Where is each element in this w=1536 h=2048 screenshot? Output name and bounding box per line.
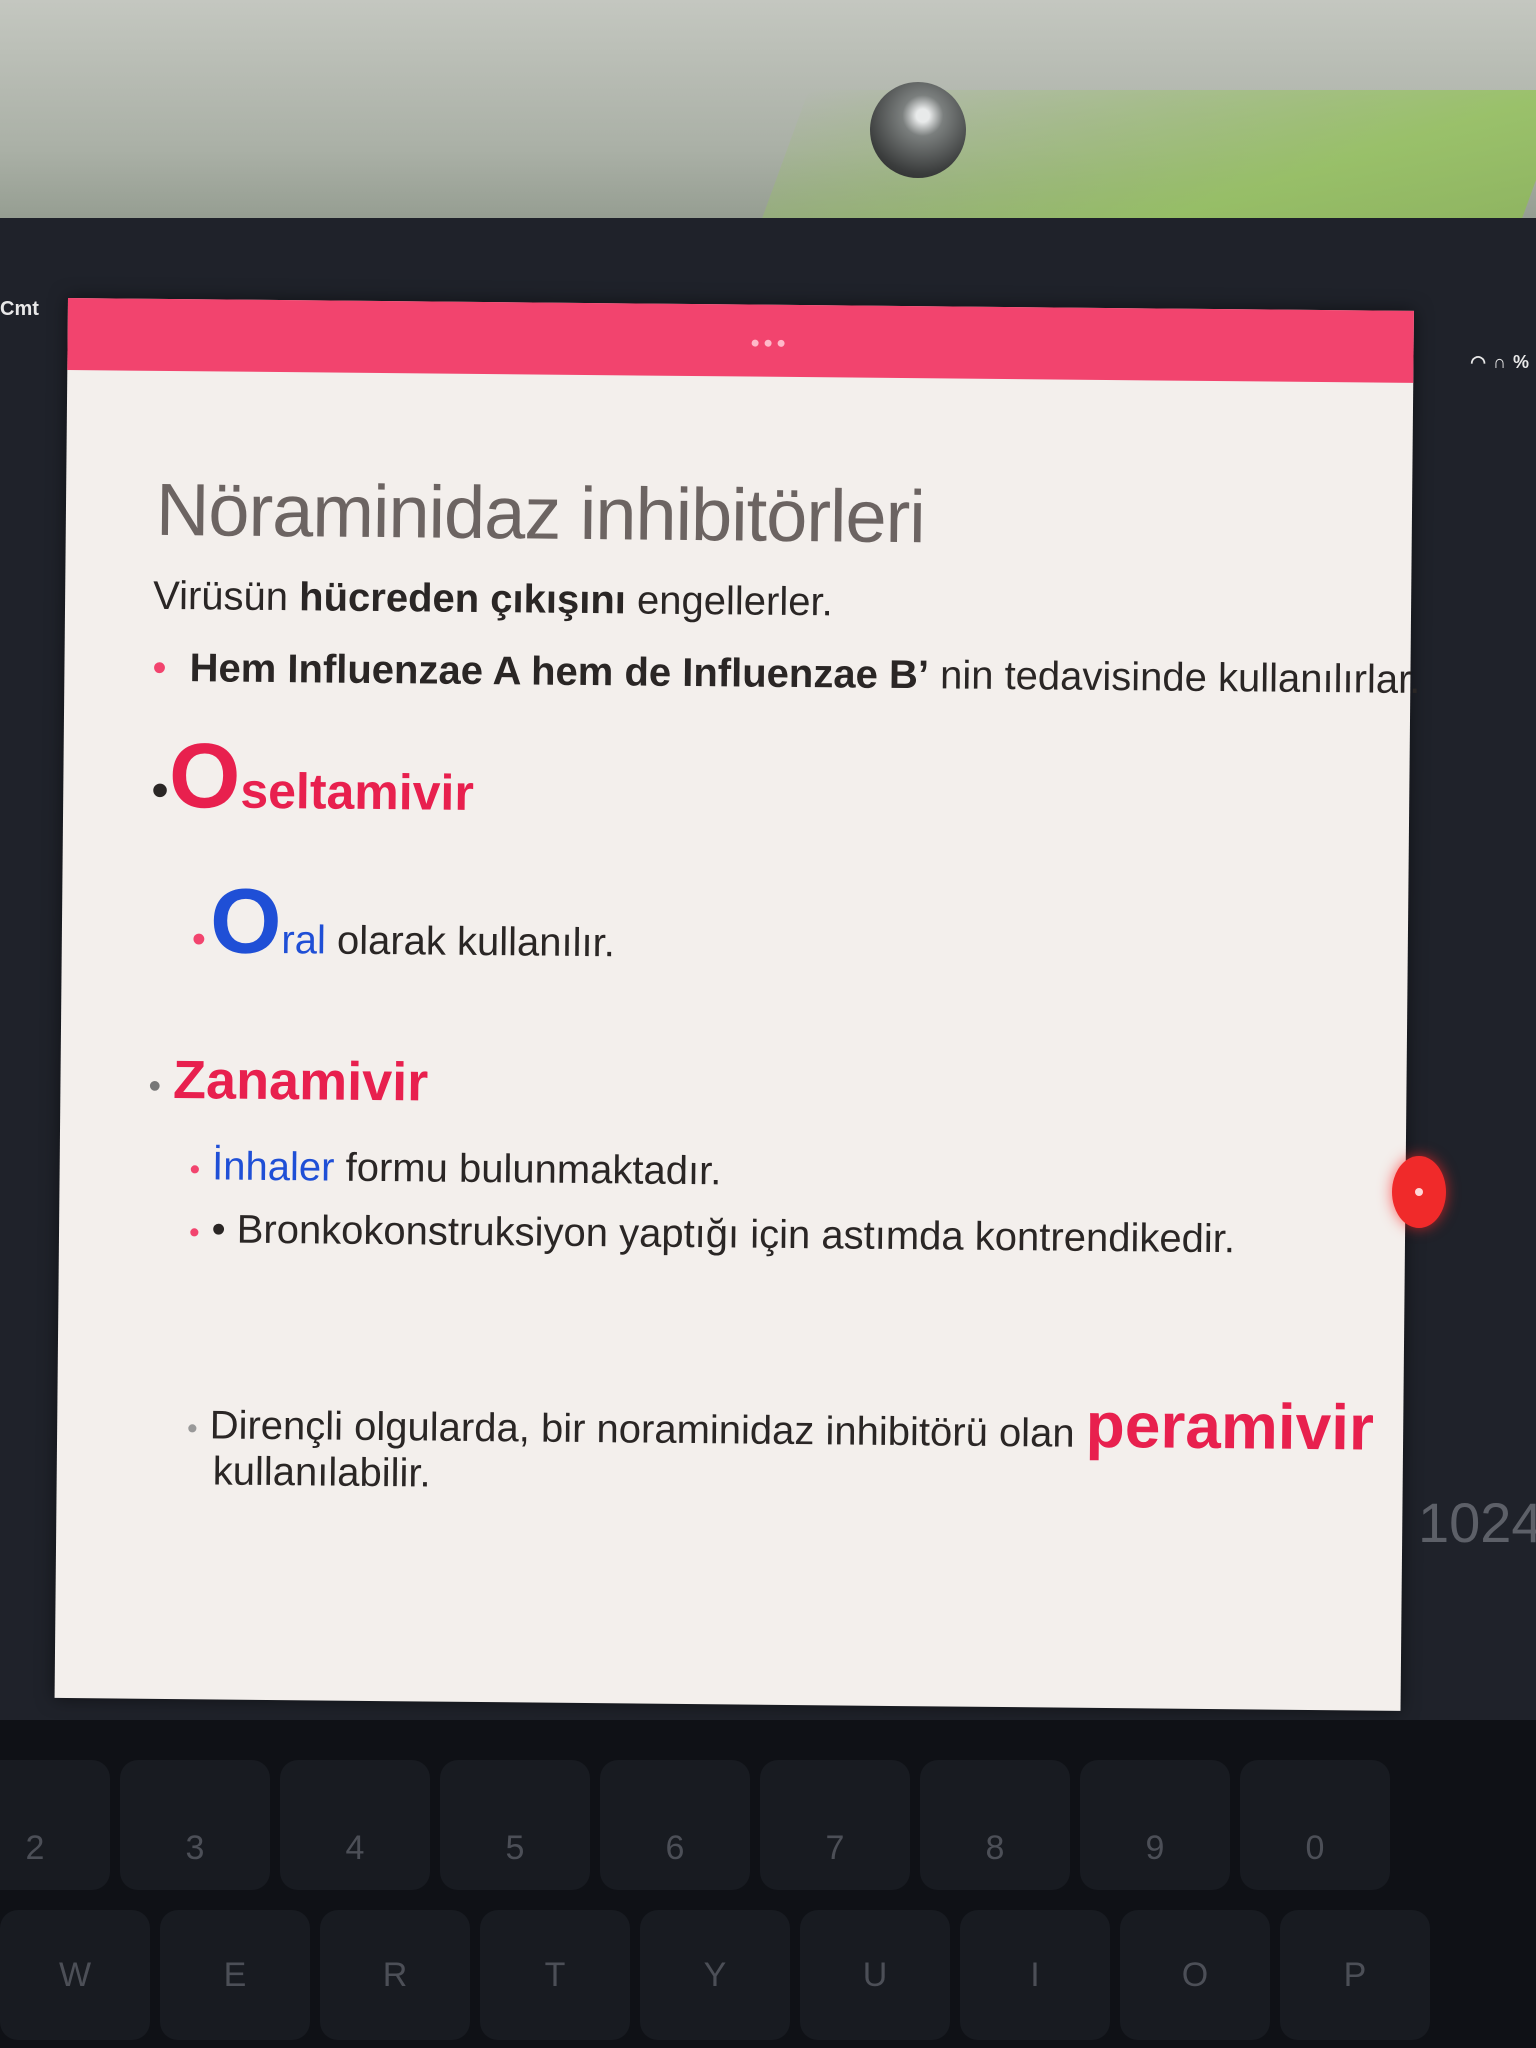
key-6[interactable]: 6 bbox=[600, 1760, 750, 1890]
oral-initial: O bbox=[209, 870, 283, 974]
key-u[interactable]: U bbox=[800, 1910, 950, 2040]
inhaler-text: formu bulunmaktadır. bbox=[334, 1145, 722, 1194]
more-options-icon[interactable] bbox=[743, 339, 793, 347]
bullet-icon: • bbox=[152, 645, 167, 690]
key-8[interactable]: 8 bbox=[920, 1760, 1070, 1890]
oral-highlight: ral bbox=[281, 918, 327, 963]
key-7[interactable]: 7 bbox=[760, 1760, 910, 1890]
zanamivir-heading: • Zanamivir bbox=[148, 1049, 428, 1114]
key-r[interactable]: R bbox=[320, 1910, 470, 2040]
key-5[interactable]: 5 bbox=[440, 1760, 590, 1890]
battery-percent: % bbox=[1512, 352, 1530, 372]
influenza-text: nin tedavisinde kullanılırlar. bbox=[928, 653, 1421, 702]
presentation-slide: Nöraminidaz inhibitörleri Virüsün hücred… bbox=[54, 298, 1421, 1711]
influenza-bold: Hem Influenzae A hem de Influenzae B’ bbox=[189, 646, 930, 698]
ceiling-lamp bbox=[870, 82, 966, 178]
key-9[interactable]: 9 bbox=[1080, 1760, 1230, 1890]
peramivir-label: peramivir bbox=[1085, 1388, 1375, 1464]
slide-header-band bbox=[67, 298, 1414, 383]
intro-bold: hücreden çıkışını bbox=[298, 575, 627, 623]
bullet-icon: • bbox=[191, 917, 207, 962]
status-indicators: ◠ ∩ % bbox=[1470, 352, 1530, 373]
bullet-icon: • bbox=[188, 1216, 200, 1250]
intro-text: Virüsün bbox=[152, 573, 300, 620]
side-counter: 1024 bbox=[1418, 1491, 1536, 1554]
key-4[interactable]: 4 bbox=[280, 1760, 430, 1890]
key-w[interactable]: W bbox=[0, 1910, 150, 2040]
status-left-label: Cmt bbox=[0, 298, 39, 320]
bullet-icon: • bbox=[186, 1412, 198, 1446]
intro-line: Virüsün hücreden çıkışını engellerler. bbox=[153, 574, 833, 626]
oseltamivir-initial: O bbox=[168, 724, 241, 828]
bronko-text: • Bronkokonstruksiyon yaptığı için astım… bbox=[211, 1207, 1236, 1262]
inhaler-highlight: İnhaler bbox=[211, 1144, 335, 1190]
key-o[interactable]: O bbox=[1120, 1910, 1270, 2040]
key-p[interactable]: P bbox=[1280, 1910, 1430, 2040]
oral-line: •Oral olarak kullanılır. bbox=[192, 869, 616, 978]
key-2[interactable]: 2 bbox=[0, 1760, 110, 1890]
keyboard: 2 3 4 5 6 7 8 9 0 W E R T Y U I O P bbox=[0, 1720, 1536, 2048]
key-0[interactable]: 0 bbox=[1240, 1760, 1390, 1890]
keyboard-number-row: 2 3 4 5 6 7 8 9 0 bbox=[0, 1760, 1400, 1890]
key-e[interactable]: E bbox=[160, 1910, 310, 2040]
resistance-line-2: kullanılabilir. bbox=[212, 1449, 431, 1496]
bullet-icon: • bbox=[148, 1064, 162, 1106]
bullet-icon: • bbox=[151, 761, 170, 818]
zanamivir-item: • İnhaler formu bulunmaktadır. bbox=[189, 1144, 721, 1194]
key-3[interactable]: 3 bbox=[120, 1760, 270, 1890]
key-i[interactable]: I bbox=[960, 1910, 1110, 2040]
key-t[interactable]: T bbox=[480, 1910, 630, 2040]
keyboard-letter-row: W E R T Y U I O P bbox=[0, 1910, 1440, 2040]
headphones-icon: ∩ bbox=[1492, 352, 1507, 372]
oseltamivir-label: seltamivir bbox=[240, 762, 475, 821]
key-y[interactable]: Y bbox=[640, 1910, 790, 2040]
influenza-line: • Hem Influenzae A hem de Influenzae B’ … bbox=[152, 646, 1420, 703]
record-indicator-icon[interactable] bbox=[1392, 1156, 1446, 1228]
oseltamivir-heading: •Oseltamivir bbox=[151, 724, 475, 832]
resistance-text: Dirençli olgularda, bir noraminidaz inhi… bbox=[209, 1403, 1086, 1456]
bullet-icon: • bbox=[189, 1153, 201, 1187]
wifi-icon: ◠ bbox=[1470, 352, 1487, 372]
intro-end: engellerler. bbox=[625, 578, 833, 625]
oral-text: olarak kullanılır. bbox=[325, 918, 616, 966]
zanamivir-label: Zanamivir bbox=[172, 1050, 429, 1113]
slide-title: Nöraminidaz inhibitörleri bbox=[155, 467, 926, 559]
zanamivir-item: • • Bronkokonstruksiyon yaptığı için astı… bbox=[189, 1207, 1235, 1262]
